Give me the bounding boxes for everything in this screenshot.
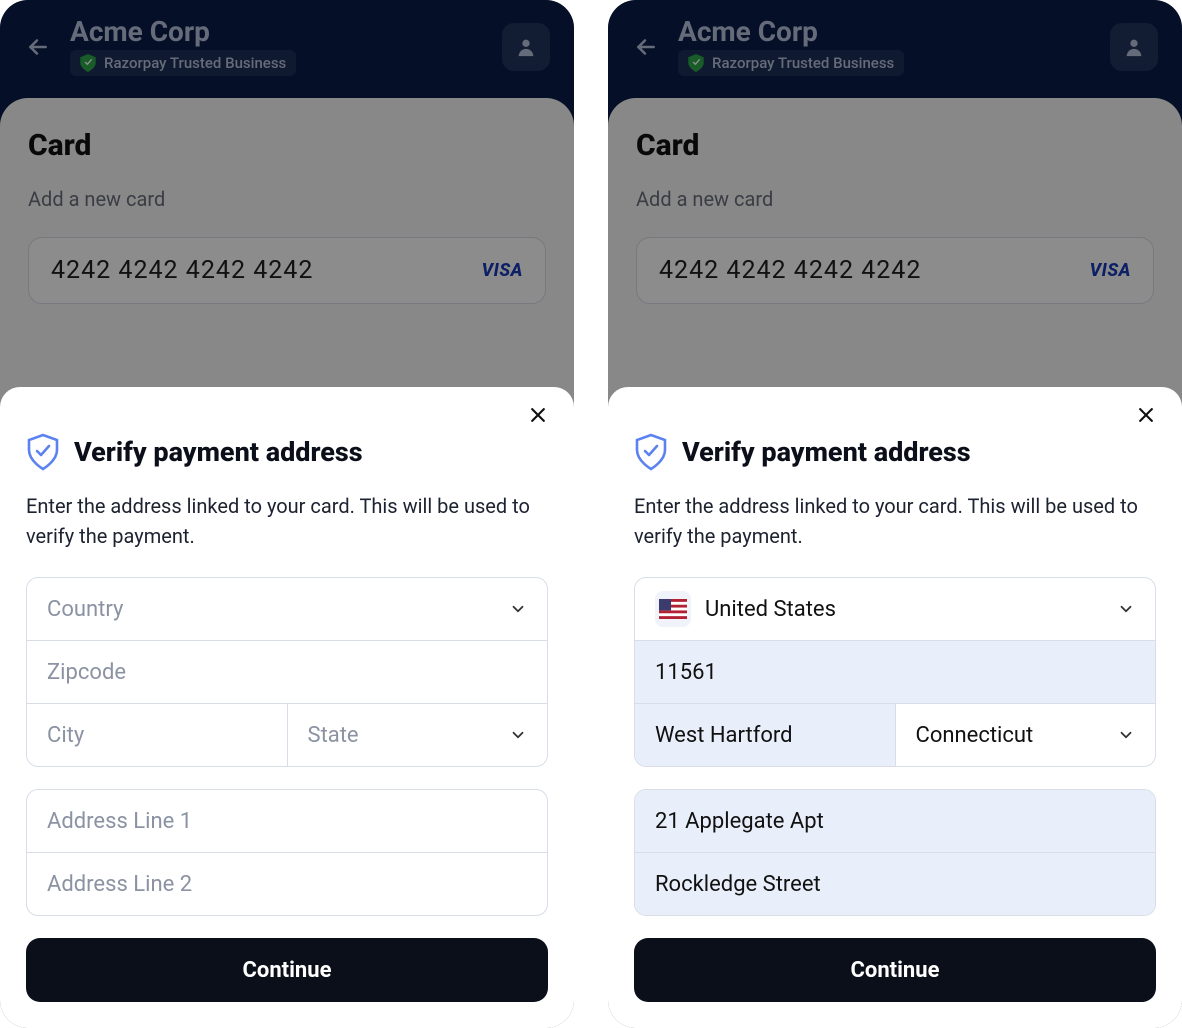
address-group-2: Address Line 1 Address Line 2 (26, 789, 548, 916)
chevron-down-icon (509, 726, 527, 744)
state-select[interactable]: Connecticut (895, 704, 1156, 766)
checkout-screen-filled: Acme Corp Razorpay Trusted Business Card… (608, 0, 1182, 1028)
sheet-title: Verify payment address (682, 436, 971, 468)
zipcode-input[interactable]: 11561 (635, 641, 1155, 703)
chevron-down-icon (1117, 600, 1135, 618)
country-select[interactable]: United States (635, 578, 1155, 640)
address-line-2-input[interactable]: Address Line 2 (27, 853, 547, 915)
flag-us-icon (655, 591, 691, 627)
addr1-value: 21 Applegate Apt (655, 809, 824, 834)
address-line-2-input[interactable]: Rockledge Street (635, 853, 1155, 915)
close-icon[interactable] (524, 401, 552, 429)
checkout-screen-empty: Acme Corp Razorpay Trusted Business Card… (0, 0, 574, 1028)
sheet-header: Verify payment address (26, 433, 548, 471)
addr2-value: Rockledge Street (655, 872, 821, 897)
chevron-down-icon (509, 600, 527, 618)
address-line-1-input[interactable]: Address Line 1 (27, 790, 547, 852)
continue-label: Continue (243, 958, 332, 983)
addr1-placeholder: Address Line 1 (47, 809, 192, 834)
city-value: West Hartford (655, 723, 793, 748)
state-value: Connecticut (916, 723, 1034, 748)
country-value: United States (705, 597, 836, 622)
address-sheet: Verify payment address Enter the address… (0, 387, 574, 1028)
zipcode-value: 11561 (655, 660, 717, 685)
continue-button[interactable]: Continue (26, 938, 548, 1002)
address-sheet: Verify payment address Enter the address… (608, 387, 1182, 1028)
city-input[interactable]: City (27, 704, 287, 766)
continue-button[interactable]: Continue (634, 938, 1156, 1002)
address-group-1: Country Zipcode City State (26, 577, 548, 767)
sheet-subtitle: Enter the address linked to your card. T… (26, 491, 548, 551)
zipcode-placeholder: Zipcode (47, 660, 126, 685)
addr2-placeholder: Address Line 2 (47, 872, 192, 897)
close-icon[interactable] (1132, 401, 1160, 429)
state-select[interactable]: State (287, 704, 548, 766)
address-group-1: United States 11561 West Hartford Connec… (634, 577, 1156, 767)
continue-label: Continue (851, 958, 940, 983)
verify-shield-icon (634, 433, 668, 471)
country-placeholder: Country (47, 597, 123, 622)
sheet-header: Verify payment address (634, 433, 1156, 471)
country-select[interactable]: Country (27, 578, 547, 640)
address-group-2: 21 Applegate Apt Rockledge Street (634, 789, 1156, 916)
chevron-down-icon (1117, 726, 1135, 744)
sheet-subtitle: Enter the address linked to your card. T… (634, 491, 1156, 551)
verify-shield-icon (26, 433, 60, 471)
sheet-title: Verify payment address (74, 436, 363, 468)
state-placeholder: State (308, 723, 359, 748)
city-input[interactable]: West Hartford (635, 704, 895, 766)
zipcode-input[interactable]: Zipcode (27, 641, 547, 703)
address-line-1-input[interactable]: 21 Applegate Apt (635, 790, 1155, 852)
city-placeholder: City (47, 723, 84, 748)
